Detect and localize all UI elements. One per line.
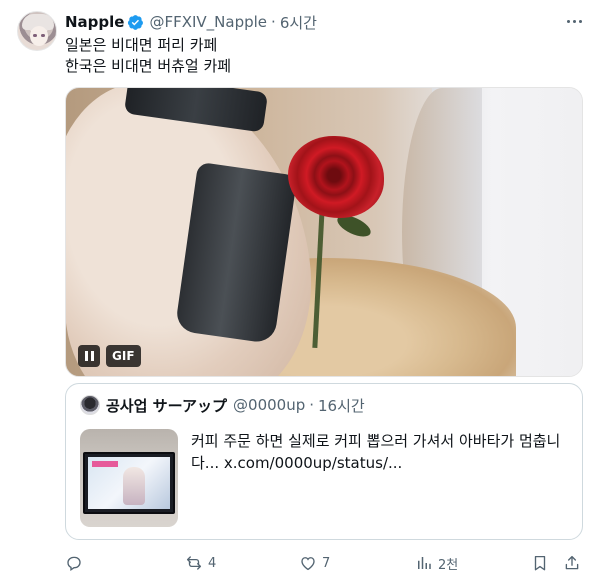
author-avatar[interactable]	[17, 11, 57, 51]
views-chart-icon	[418, 557, 431, 569]
bookmark-button[interactable]	[531, 552, 549, 574]
tweet-text-line: 일본은 비대면 퍼리 카페	[65, 36, 218, 54]
repost-button[interactable]: 4	[185, 552, 216, 574]
reply-button[interactable]	[65, 552, 88, 574]
gif-controls: GIF	[78, 345, 141, 367]
tweet-header: Napple @FFXIV_Napple · 6시간	[65, 12, 317, 32]
views-button[interactable]: 2천	[415, 552, 458, 574]
header-separator: ·	[271, 13, 276, 31]
quoted-tweet-header: 공사업 サーアップ @0000up · 16시간	[106, 394, 365, 416]
author-handle[interactable]: @FFXIV_Napple	[149, 13, 267, 31]
author-name[interactable]: Napple	[65, 13, 124, 31]
quoted-author-name: 공사업 サーアップ	[106, 396, 228, 415]
like-count: 7	[322, 555, 331, 571]
quoted-tweet-thumbnail	[80, 429, 178, 527]
share-icon	[565, 555, 579, 570]
quoted-author-handle: @0000up	[233, 396, 306, 414]
tweet-actions: 4 7 2천	[65, 552, 583, 574]
quoted-author-avatar	[80, 395, 100, 415]
quoted-tweet-time: 16시간	[318, 396, 365, 415]
verified-badge-icon	[128, 14, 144, 30]
tweet-text: 일본은 비대면 퍼리 카페 한국은 비대면 버츄얼 카페	[65, 35, 231, 77]
heart-icon	[301, 557, 315, 571]
repost-icon	[186, 556, 202, 570]
pause-icon[interactable]	[78, 345, 100, 367]
views-count: 2천	[438, 557, 459, 573]
quoted-header-separator: ·	[309, 396, 315, 414]
quoted-text-line: 커피 주문 하면 실제로 커피 뽑으러 가셔서 아바타가 멈춥니	[191, 432, 561, 450]
share-button[interactable]	[563, 552, 581, 574]
like-button[interactable]: 7	[299, 552, 330, 574]
quoted-tweet[interactable]: 공사업 サーアップ @0000up · 16시간 커피 주문 하면 실제로 커피…	[65, 383, 583, 540]
tweet-text-line: 한국은 비대면 버츄얼 카페	[65, 57, 232, 75]
gif-badge: GIF	[106, 345, 141, 367]
bookmark-icon	[534, 555, 546, 571]
tweet-gif-media[interactable]: GIF	[65, 87, 583, 377]
quoted-text-line: 다... x.com/0000up/status/...	[191, 454, 403, 472]
repost-count: 4	[208, 555, 217, 571]
tweet-time[interactable]: 6시간	[280, 12, 317, 33]
reply-icon	[67, 556, 81, 572]
quoted-tweet-text: 커피 주문 하면 실제로 커피 뽑으러 가셔서 아바타가 멈춥니 다... x.…	[191, 430, 571, 474]
more-options-icon[interactable]	[563, 12, 585, 30]
